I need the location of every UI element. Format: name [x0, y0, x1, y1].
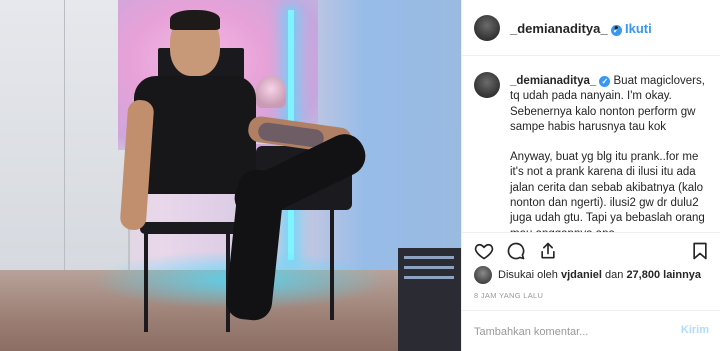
comment-composer: Kirim	[462, 310, 720, 351]
bookmark-icon[interactable]	[690, 241, 710, 261]
likes-count[interactable]: 27,800 lainnya	[626, 269, 701, 281]
author-username[interactable]: _demianaditya_ ✓	[510, 21, 622, 36]
follow-button[interactable]: Ikuti	[625, 21, 652, 36]
likes-prefix: Disukai oleh	[498, 269, 558, 281]
liker-username[interactable]: vjdaniel	[561, 269, 602, 281]
photo-wardrobe-seam	[64, 0, 65, 290]
comment-icon[interactable]	[506, 241, 526, 261]
post-header: _demianaditya_ ✓ • Ikuti	[462, 0, 720, 56]
photo-chair-leg	[144, 232, 148, 332]
photo-speaker	[256, 76, 286, 108]
post-caption: _demianaditya_ ✓ Buat magiclovers, tq uda…	[462, 56, 720, 232]
verified-badge-icon: ✓	[599, 76, 611, 87]
post-side-panel: _demianaditya_ ✓ • Ikuti _demianaditya_ ✓ …	[461, 0, 720, 351]
likes-summary: Disukai oleh vjdaniel dan 27,800 lainnya	[474, 266, 714, 286]
post-comment-button[interactable]: Kirim	[681, 324, 709, 336]
photo-person-hair	[170, 10, 220, 30]
photo-chair-leg	[330, 200, 334, 320]
caption-paragraph-2: Anyway, buat yg blg itu prank..for me it…	[510, 151, 705, 232]
heart-icon[interactable]	[474, 241, 494, 261]
post-photo[interactable]	[0, 0, 461, 351]
comment-input[interactable]	[474, 323, 664, 341]
share-icon[interactable]	[538, 241, 558, 261]
caption-text: _demianaditya_ ✓ Buat magiclovers, tq uda…	[510, 74, 712, 232]
caption-username[interactable]: _demianaditya_	[510, 75, 596, 87]
post-timestamp[interactable]: 8 JAM YANG LALU	[474, 291, 543, 300]
liker-avatar[interactable]	[474, 266, 492, 284]
photo-wardrobe	[0, 0, 130, 290]
likes-line: Disukai oleh vjdaniel dan 27,800 lainnya	[498, 269, 701, 281]
follow-separator: •	[614, 20, 619, 35]
caption-author-avatar[interactable]	[474, 72, 500, 98]
photo-person-torso	[134, 76, 256, 194]
author-avatar[interactable]	[474, 15, 500, 41]
photo-bookshelf	[398, 248, 461, 351]
author-username-text[interactable]: _demianaditya_	[510, 21, 608, 36]
post-actions	[462, 232, 720, 266]
likes-connector: dan	[605, 269, 624, 281]
